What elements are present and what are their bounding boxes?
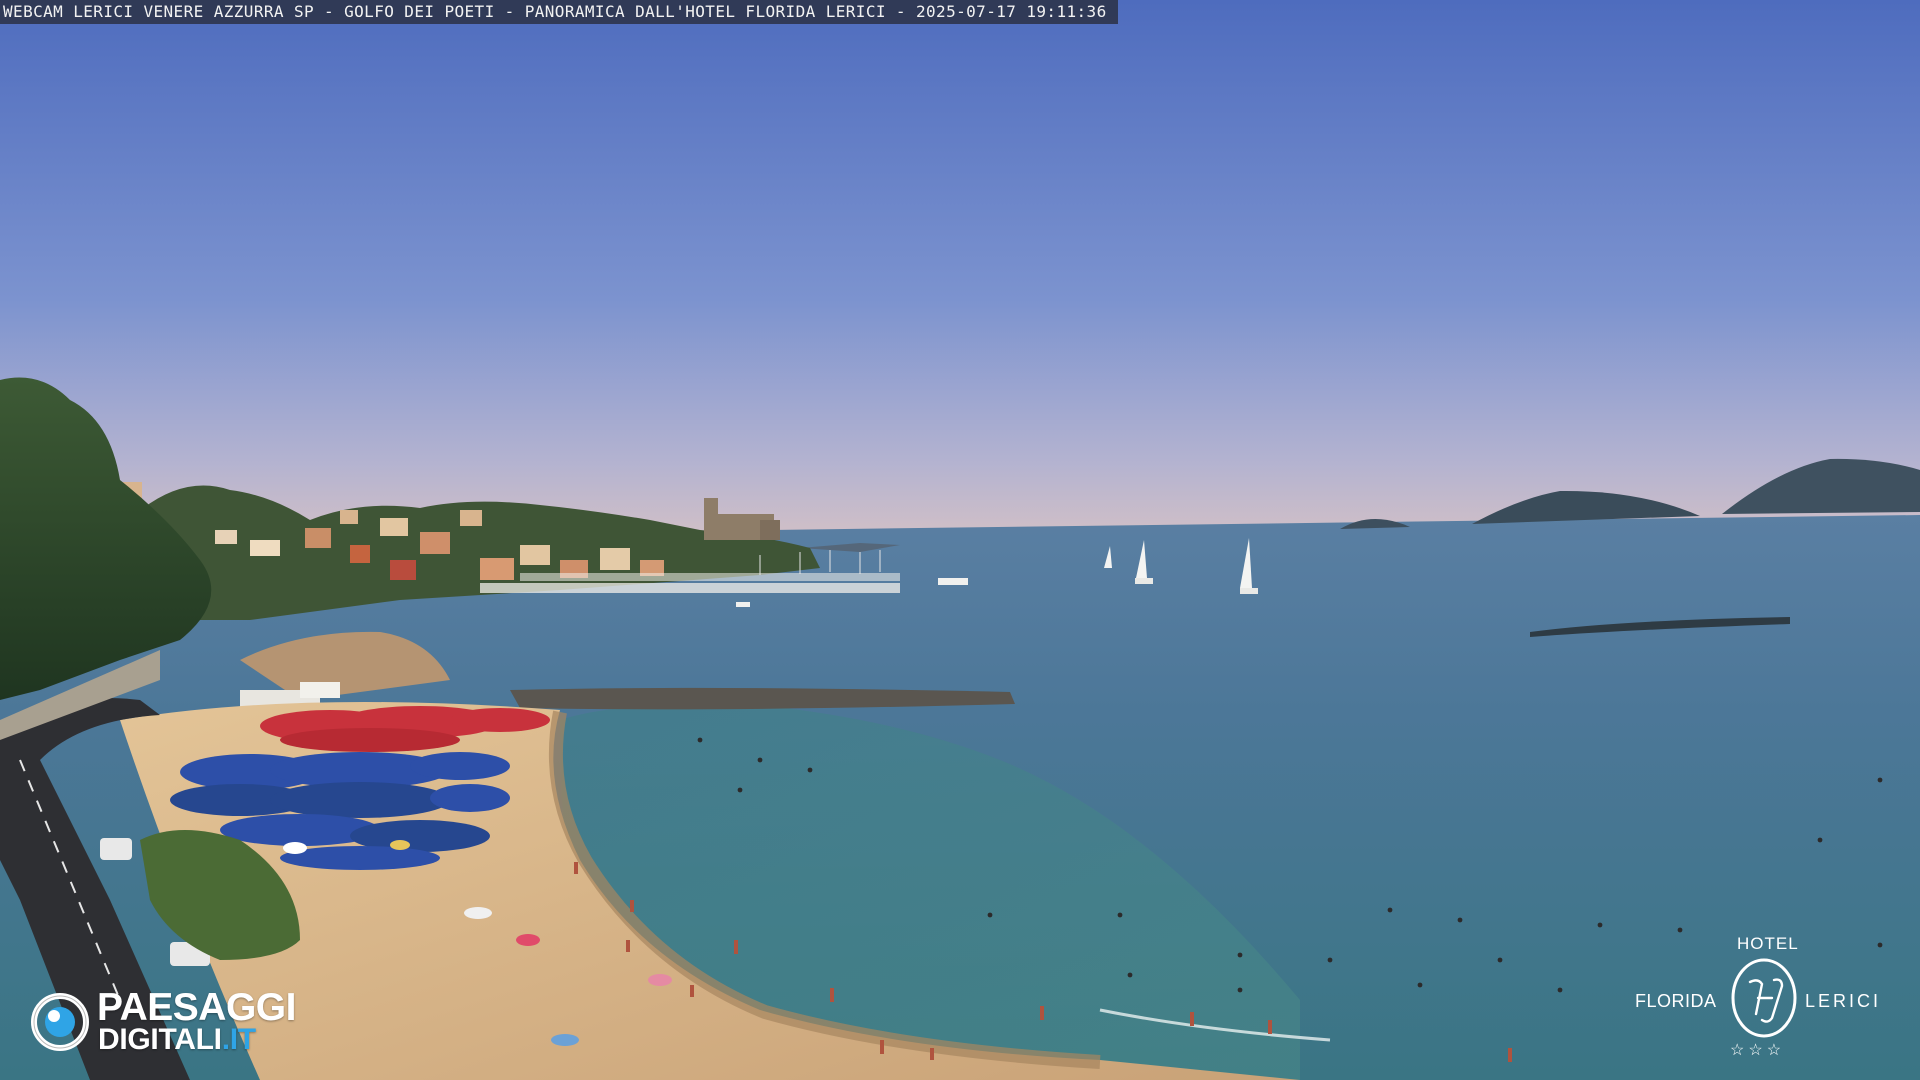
webcam-caption: WEBCAM LERICI VENERE AZZURRA SP - GOLFO … xyxy=(3,2,1107,21)
logo-it-text: .IT xyxy=(221,1023,256,1056)
paesaggi-digitali-logo: PAESAGGI DIGITALI.IT xyxy=(30,986,340,1058)
hotel-name-florida: FLORIDA xyxy=(1635,991,1717,1011)
coastal-scene xyxy=(0,0,1920,1080)
hotel-monogram-crest-icon xyxy=(1731,958,1797,1038)
hotel-florida-logo: HOTEL FLORIDA LERICI ☆☆☆ xyxy=(1632,934,1894,1066)
hotel-star-rating: ☆☆☆ xyxy=(1730,1042,1786,1059)
logo-digitali-text: DIGITALI xyxy=(98,1023,222,1056)
marina xyxy=(480,573,900,593)
webcam-frame: WEBCAM LERICI VENERE AZZURRA SP - GOLFO … xyxy=(0,0,1920,1080)
webcam-caption-bar: WEBCAM LERICI VENERE AZZURRA SP - GOLFO … xyxy=(0,0,1118,24)
sky xyxy=(0,0,1920,545)
hotel-name-lerici: LERICI xyxy=(1805,991,1882,1011)
logo-line-paesaggi: PAESAGGI xyxy=(97,986,296,1029)
eye-logo-icon xyxy=(31,993,89,1051)
logo-line-digitali: DIGITALI.IT xyxy=(98,1024,256,1056)
hotel-label: HOTEL xyxy=(1737,934,1799,953)
